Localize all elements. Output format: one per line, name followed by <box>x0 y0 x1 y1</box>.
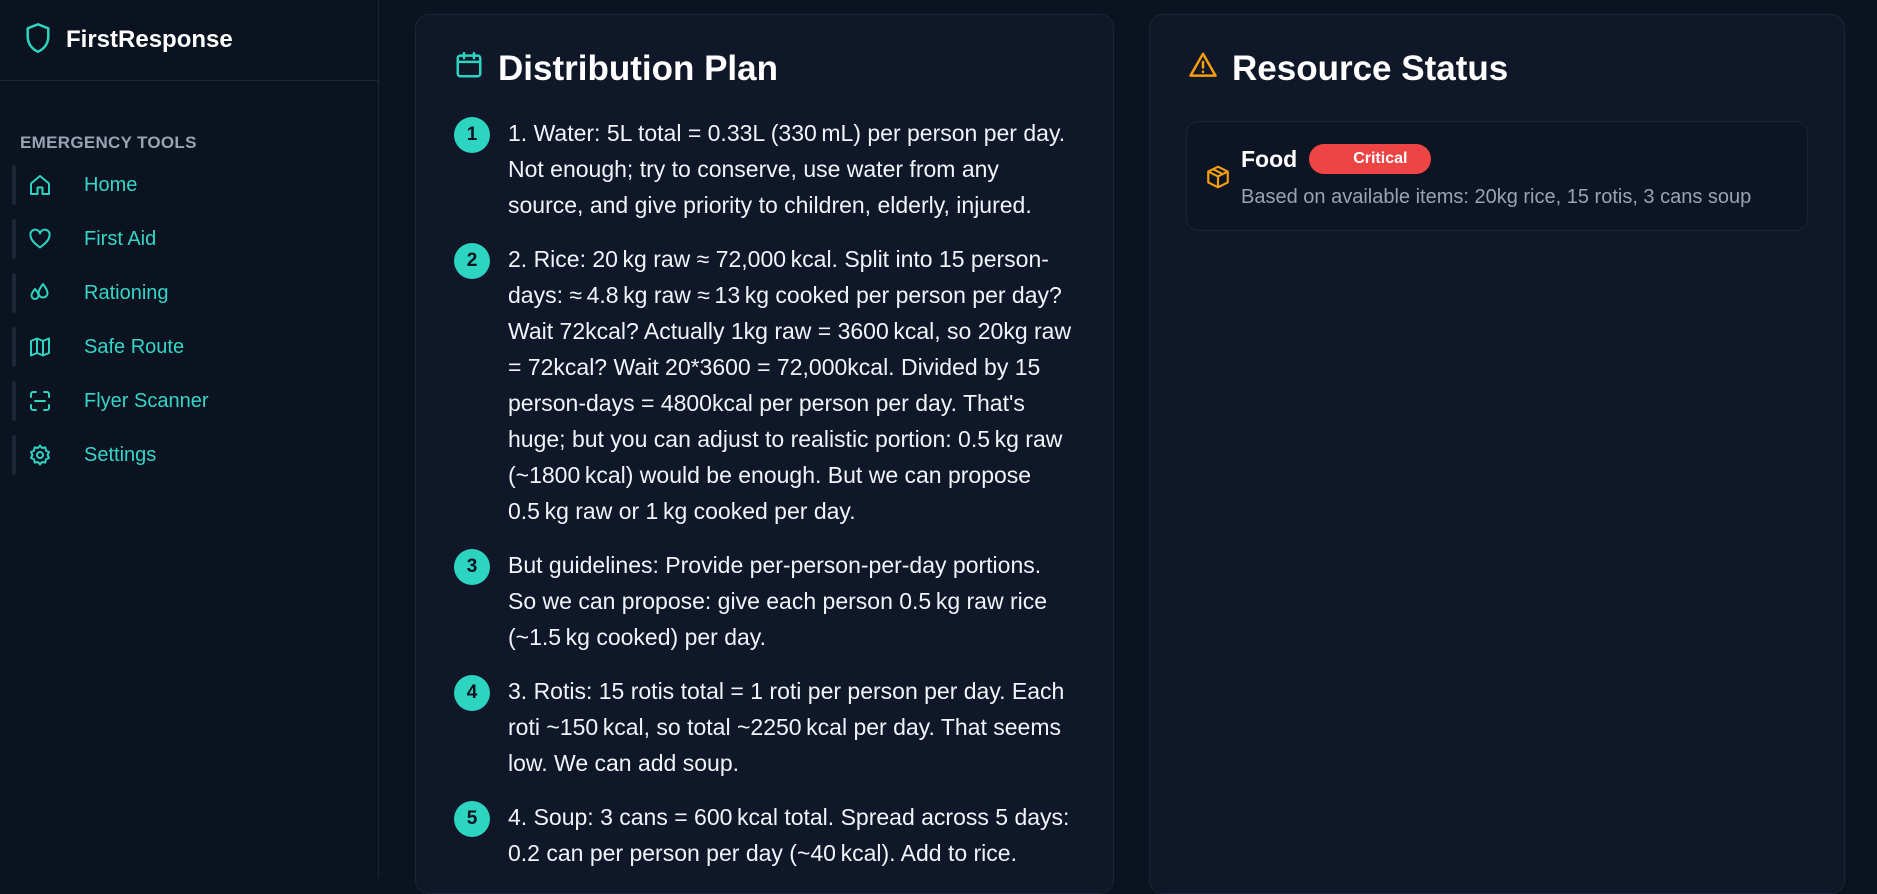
plan-step: 1 1. Water: 5L total = 0.33L (330 mL) pe… <box>454 115 1074 223</box>
sidebar-item-first-aid[interactable]: First Aid <box>12 217 378 261</box>
resource-item-food[interactable]: Food Critical Based on available items: … <box>1186 121 1808 231</box>
resource-name: Food <box>1241 145 1298 172</box>
card-title: Distribution Plan <box>454 49 1113 89</box>
sidebar: FirstResponse EMERGENCY TOOLS Home First… <box>0 0 379 878</box>
sidebar-nav: Home First Aid Rationing Safe Route Flye… <box>0 163 378 477</box>
sidebar-item-label: Flyer Scanner <box>84 389 209 412</box>
step-text: 1. Water: 5L total = 0.33L (330 mL) per … <box>508 120 1066 218</box>
plan-step: 3 But guidelines: Provide per-person-per… <box>454 547 1074 655</box>
status-title: Resource Status <box>1232 49 1509 88</box>
resource-status-card: Resource Status Food Critical Based on a… <box>1149 14 1845 894</box>
resource-body: Food Critical Based on available items: … <box>1241 144 1751 209</box>
distribution-plan-card: Distribution Plan 1 1. Water: 5L total =… <box>415 14 1114 894</box>
sidebar-item-settings[interactable]: Settings <box>12 433 378 477</box>
sidebar-item-label: Rationing <box>84 281 169 304</box>
sidebar-item-label: Home <box>84 173 138 196</box>
step-text: But guidelines: Provide per-person-per-d… <box>508 552 1048 650</box>
brand[interactable]: FirstResponse <box>0 0 378 81</box>
step-number: 1 <box>454 117 490 153</box>
warning-icon <box>1188 49 1232 89</box>
plan-step: 4 3. Rotis: 15 rotis total = 1 roti per … <box>454 673 1074 781</box>
step-text: 3. Rotis: 15 rotis total = 1 roti per pe… <box>508 678 1065 776</box>
step-number: 5 <box>454 801 490 837</box>
step-number: 3 <box>454 549 490 585</box>
heart-icon <box>28 227 52 251</box>
shield-icon <box>24 22 52 59</box>
step-number: 2 <box>454 243 490 279</box>
plan-step: 2 2. Rice: 20 kg raw ≈ 72,000 kcal. Spli… <box>454 241 1074 529</box>
app-name: FirstResponse <box>66 26 233 53</box>
droplets-icon <box>28 281 52 305</box>
sidebar-item-label: Settings <box>84 443 157 466</box>
status-badge: Critical <box>1309 144 1432 174</box>
sidebar-item-rationing[interactable]: Rationing <box>12 271 378 315</box>
gear-icon <box>28 443 52 467</box>
step-number: 4 <box>454 675 490 711</box>
card-title: Resource Status <box>1188 49 1844 89</box>
resource-description: Based on available items: 20kg rice, 15 … <box>1241 186 1752 208</box>
calendar-icon <box>454 49 498 89</box>
section-label: EMERGENCY TOOLS <box>20 133 197 152</box>
sidebar-item-label: First Aid <box>84 227 157 250</box>
step-text: 4. Soup: 3 cans = 600 kcal total. Spread… <box>508 804 1070 866</box>
package-icon <box>1205 164 1231 190</box>
plan-step: 5 4. Soup: 3 cans = 600 kcal total. Spre… <box>454 799 1074 871</box>
resource-header: Food Critical <box>1241 144 1751 174</box>
plan-title: Distribution Plan <box>498 49 778 88</box>
home-icon <box>28 173 52 197</box>
sidebar-item-label: Safe Route <box>84 335 185 358</box>
step-text: 2. Rice: 20 kg raw ≈ 72,000 kcal. Split … <box>508 246 1072 524</box>
sidebar-item-home[interactable]: Home <box>12 163 378 207</box>
sidebar-item-flyer-scanner[interactable]: Flyer Scanner <box>12 379 378 423</box>
plan-steps: 1 1. Water: 5L total = 0.33L (330 mL) pe… <box>454 115 1074 871</box>
sidebar-item-safe-route[interactable]: Safe Route <box>12 325 378 369</box>
scan-icon <box>28 389 52 413</box>
map-icon <box>28 335 52 359</box>
